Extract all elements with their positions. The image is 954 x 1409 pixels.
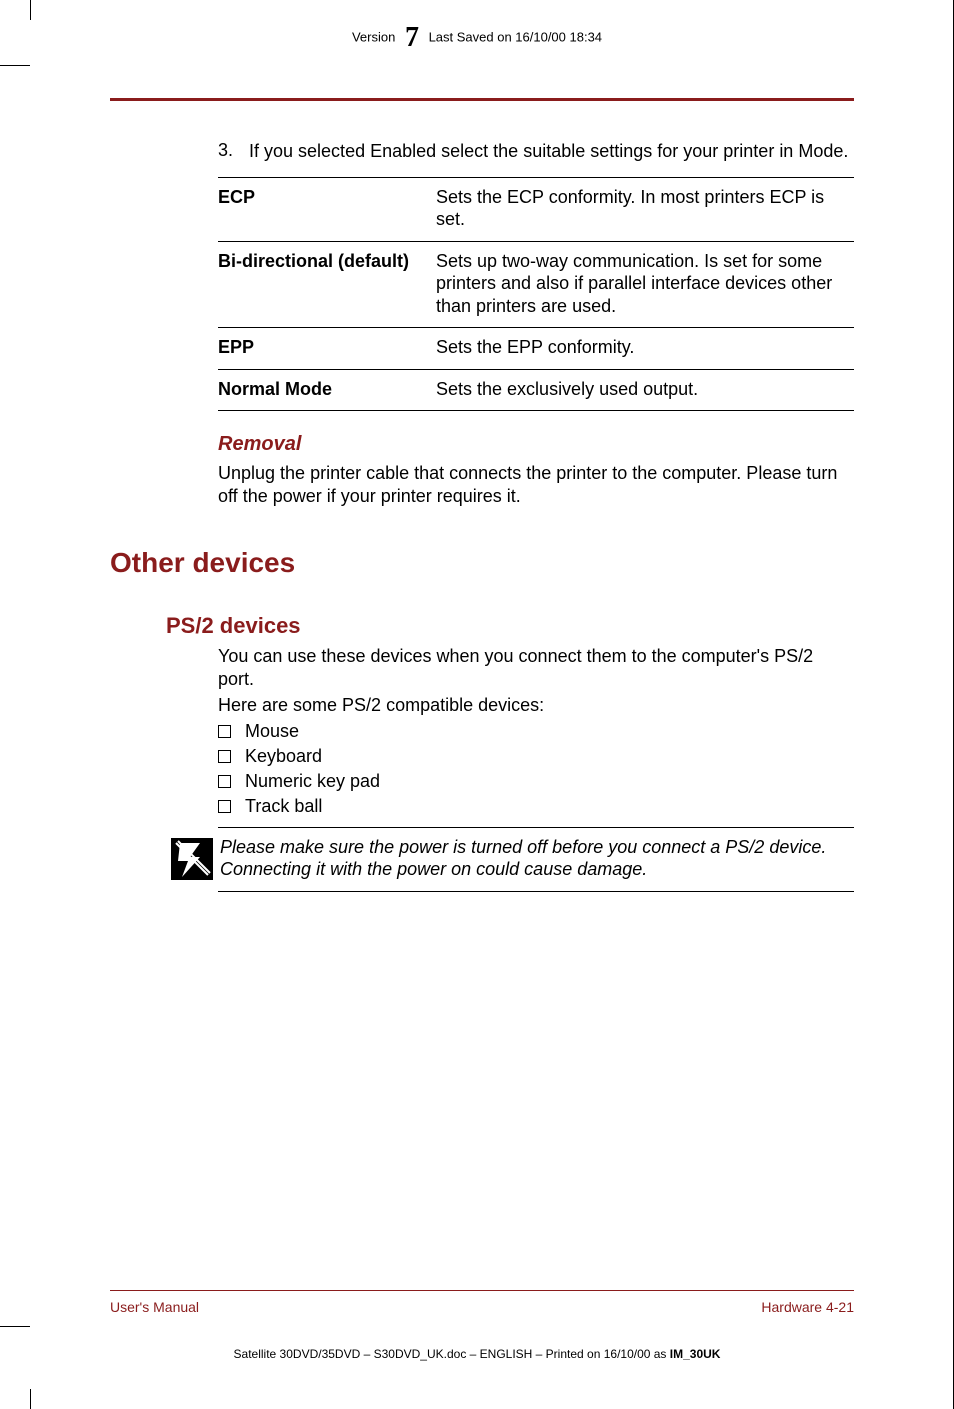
list-item-label: Track ball bbox=[245, 796, 322, 816]
checkbox-bullet-icon bbox=[218, 800, 231, 813]
table-row: Normal Mode Sets the exclusively used ou… bbox=[218, 369, 854, 412]
list-item-label: Mouse bbox=[245, 721, 299, 741]
mode-label: Bi-directional (default) bbox=[218, 250, 436, 318]
header-rule bbox=[110, 98, 854, 101]
table-row: Bi-directional (default) Sets up two-way… bbox=[218, 241, 854, 328]
list-item-label: Keyboard bbox=[245, 746, 322, 766]
footer-right: Hardware 4-21 bbox=[761, 1299, 854, 1315]
version-number: 7 bbox=[399, 22, 425, 53]
content-area: 3. If you selected Enabled select the su… bbox=[110, 140, 854, 892]
list-item-label: Numeric key pad bbox=[245, 771, 380, 791]
step-number: 3. bbox=[218, 140, 244, 161]
crop-mark bbox=[0, 65, 30, 66]
list-item: Keyboard bbox=[218, 746, 854, 767]
checkbox-bullet-icon bbox=[218, 750, 231, 763]
version-prefix: Version bbox=[352, 29, 395, 44]
other-devices-heading: Other devices bbox=[110, 547, 854, 579]
document-page: Version 7 Last Saved on 16/10/00 18:34 3… bbox=[0, 0, 954, 1409]
list-item: Mouse bbox=[218, 721, 854, 742]
lightning-icon bbox=[166, 827, 218, 892]
table-row: EPP Sets the EPP conformity. bbox=[218, 327, 854, 369]
mode-label: Normal Mode bbox=[218, 378, 436, 401]
checkbox-bullet-icon bbox=[218, 775, 231, 788]
list-item: Numeric key pad bbox=[218, 771, 854, 792]
note-text-container: Please make sure the power is turned off… bbox=[218, 827, 854, 892]
mode-desc: Sets the exclusively used output. bbox=[436, 378, 854, 401]
caution-note: Please make sure the power is turned off… bbox=[166, 827, 854, 892]
table-row: ECP Sets the ECP conformity. In most pri… bbox=[218, 177, 854, 241]
step-3: 3. If you selected Enabled select the su… bbox=[218, 140, 854, 163]
version-header: Version 7 Last Saved on 16/10/00 18:34 bbox=[0, 22, 954, 54]
removal-heading: Removal bbox=[218, 433, 854, 456]
crop-mark bbox=[30, 1389, 31, 1409]
ps2-heading: PS/2 devices bbox=[166, 613, 854, 639]
mode-label: ECP bbox=[218, 186, 436, 231]
ps2-list-intro: Here are some PS/2 compatible devices: bbox=[218, 694, 854, 717]
footer-left: User's Manual bbox=[110, 1299, 199, 1315]
mode-desc: Sets the EPP conformity. bbox=[436, 336, 854, 359]
crop-mark bbox=[30, 0, 31, 20]
checkbox-bullet-icon bbox=[218, 725, 231, 738]
step-text: If you selected Enabled select the suita… bbox=[249, 140, 849, 163]
list-item: Track ball bbox=[218, 796, 854, 817]
mode-desc: Sets the ECP conformity. In most printer… bbox=[436, 186, 854, 231]
print-line: Satellite 30DVD/35DVD – S30DVD_UK.doc – … bbox=[0, 1347, 954, 1361]
footer-rule bbox=[110, 1290, 854, 1291]
mode-label: EPP bbox=[218, 336, 436, 359]
version-saved: Last Saved on 16/10/00 18:34 bbox=[429, 29, 602, 44]
crop-mark bbox=[0, 1326, 30, 1327]
mode-table: ECP Sets the ECP conformity. In most pri… bbox=[218, 177, 854, 412]
note-text: Please make sure the power is turned off… bbox=[220, 836, 848, 881]
ps2-list: Mouse Keyboard Numeric key pad Track bal… bbox=[218, 721, 854, 817]
removal-text: Unplug the printer cable that connects t… bbox=[218, 462, 854, 507]
print-text: Satellite 30DVD/35DVD – S30DVD_UK.doc – … bbox=[234, 1347, 670, 1361]
mode-desc: Sets up two-way communication. Is set fo… bbox=[436, 250, 854, 318]
print-bold: IM_30UK bbox=[670, 1347, 721, 1361]
ps2-intro: You can use these devices when you conne… bbox=[218, 645, 854, 690]
